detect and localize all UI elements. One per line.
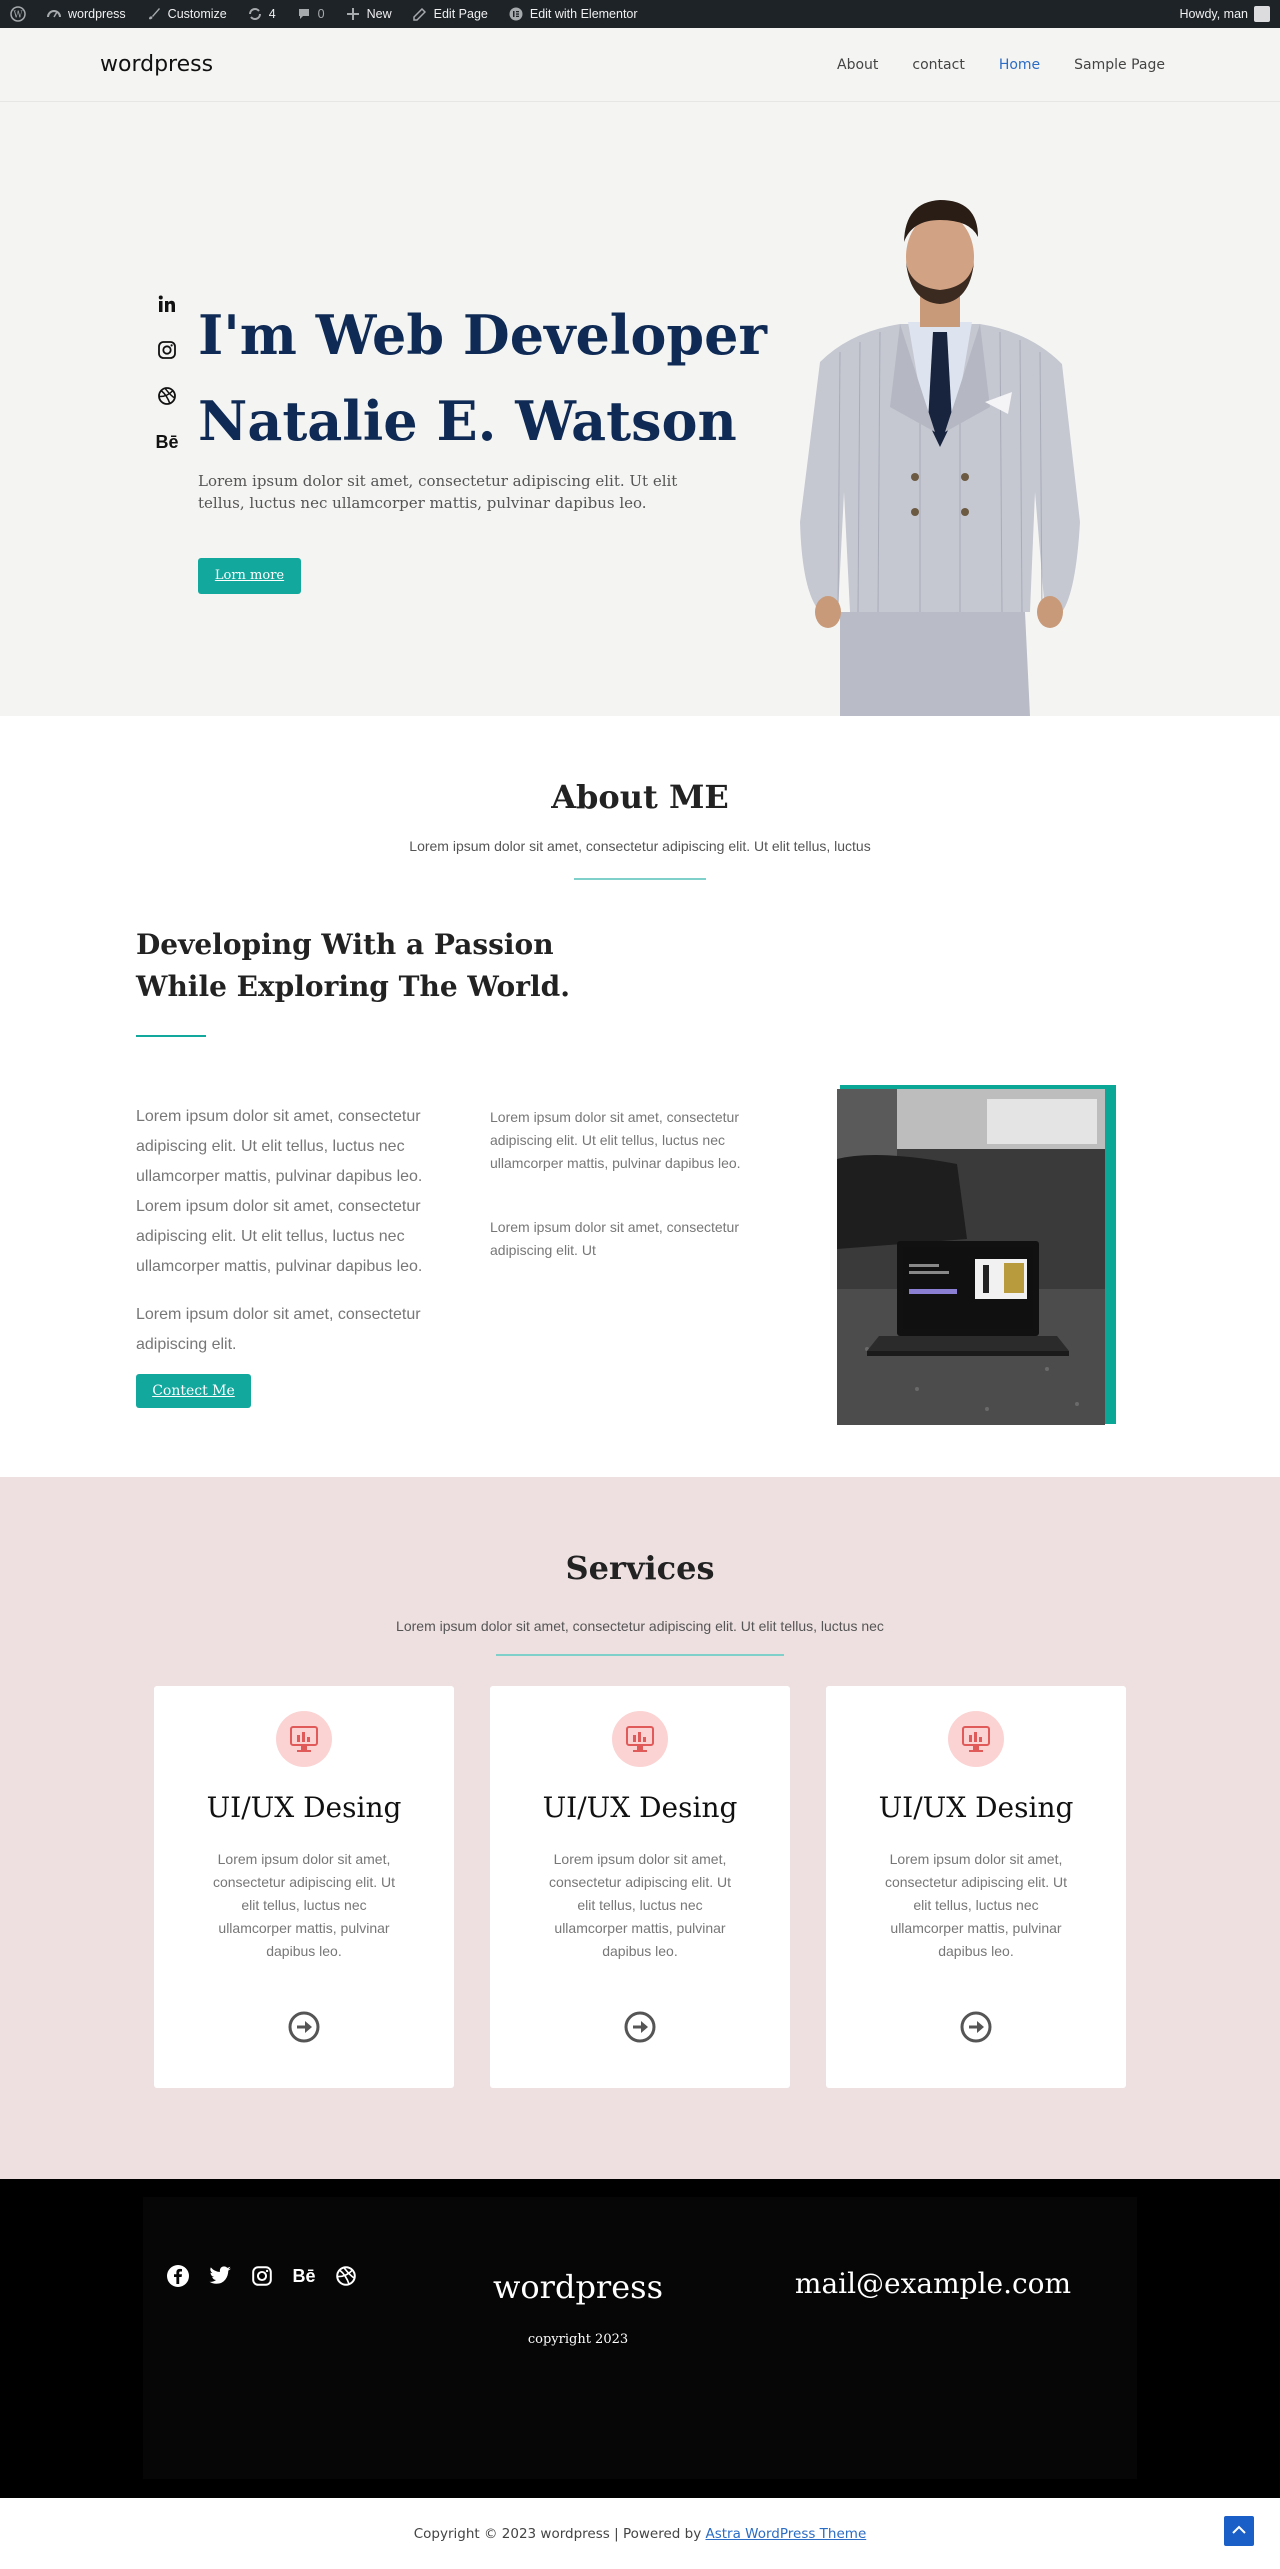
facebook-icon[interactable] <box>165 2263 191 2289</box>
astra-theme-link[interactable]: Astra WordPress Theme <box>705 2526 866 2542</box>
comment-icon <box>296 6 312 22</box>
about-heading-line1: Developing With a Passion <box>136 928 554 961</box>
chevron-up-icon <box>1232 2522 1246 2540</box>
about-column-text-2: Lorem ipsum dolor sit amet, consectetur … <box>490 1219 739 1258</box>
comments-link[interactable]: 0 <box>286 0 335 28</box>
my-account-menu[interactable]: Howdy, man <box>1179 6 1280 22</box>
services-title: Services <box>565 1549 715 1587</box>
linkedin-icon[interactable] <box>155 292 179 316</box>
new-label: New <box>366 7 392 21</box>
behance-icon[interactable]: Bē <box>291 2263 317 2289</box>
dribbble-icon[interactable] <box>155 384 179 408</box>
bottom-bar: Copyright © 2023 wordpress | Powered by … <box>0 2498 1280 2569</box>
hero-section: Bē I'm Web Developer Natalie E. Watson L… <box>0 102 1280 716</box>
comments-count: 0 <box>317 7 325 21</box>
edit-elementor-label: Edit with Elementor <box>529 7 638 21</box>
behance-icon[interactable]: Bē <box>155 430 179 454</box>
about-column-text-1: Lorem ipsum dolor sit amet, consectetur … <box>490 1109 741 1171</box>
footer-brand[interactable]: wordpress <box>443 2268 713 2306</box>
updates-link[interactable]: 4 <box>237 0 286 28</box>
edit-elementor-link[interactable]: Edit with Elementor <box>498 0 648 28</box>
scroll-to-top-button[interactable] <box>1224 2516 1254 2546</box>
services-subtitle: Lorem ipsum dolor sit amet, consectetur … <box>396 1618 884 1634</box>
hero-description: Lorem ipsum dolor sit amet, consectetur … <box>198 472 678 512</box>
new-content-link[interactable]: New <box>335 0 402 28</box>
service-card-title: UI/UX Desing <box>542 1791 738 1824</box>
nav-item-contact[interactable]: contact <box>912 57 964 73</box>
plus-icon <box>345 6 361 22</box>
instagram-icon[interactable] <box>155 338 179 362</box>
site-header: wordpress About contact Home Sample Page <box>0 28 1280 102</box>
site-copyright: Copyright © 2023 wordpress | Powered by … <box>0 2526 1280 2542</box>
arrow-circle-right-icon[interactable] <box>960 2011 992 2043</box>
contact-me-button[interactable]: Contect Me <box>136 1374 251 1408</box>
hero-title-line1: I'm Web Developer <box>198 303 767 367</box>
laptop-photo <box>837 1089 1105 1425</box>
service-card-description: Lorem ipsum dolor sit amet, consectetur … <box>884 1851 1068 1959</box>
avatar <box>1254 6 1270 22</box>
about-heading-line2: While Exploring The World. <box>136 970 570 1003</box>
customize-link[interactable]: Customize <box>136 0 237 28</box>
edit-page-link[interactable]: Edit Page <box>402 0 498 28</box>
monitor-chart-icon <box>276 1711 332 1767</box>
arrow-circle-right-icon[interactable] <box>624 2011 656 2043</box>
site-name-link[interactable]: wordpress <box>36 0 136 28</box>
site-copyright-text: Copyright © 2023 wordpress | Powered by <box>413 2526 706 2542</box>
monitor-chart-icon <box>612 1711 668 1767</box>
updates-count: 4 <box>268 7 276 21</box>
service-card-title: UI/UX Desing <box>878 1791 1074 1824</box>
main-navigation: About contact Home Sample Page <box>837 57 1165 73</box>
pencil-icon <box>412 6 428 22</box>
about-subtitle: Lorem ipsum dolor sit amet, consectetur … <box>409 838 871 854</box>
about-paragraph-1: Lorem ipsum dolor sit amet, consectetur … <box>136 1108 423 1275</box>
about-divider <box>574 878 706 880</box>
service-card-description: Lorem ipsum dolor sit amet, consectetur … <box>212 1851 396 1959</box>
hero-title-line2: Natalie E. Watson <box>198 389 737 453</box>
hero-title: I'm Web Developer Natalie E. Watson <box>198 292 767 464</box>
service-card: UI/UX Desing Lorem ipsum dolor sit amet,… <box>490 1686 790 2088</box>
edit-page-label: Edit Page <box>433 7 488 21</box>
svg-text:W: W <box>13 11 23 21</box>
updates-icon <box>247 6 263 22</box>
wordpress-icon: W <box>10 6 26 22</box>
about-title: About ME <box>551 778 729 816</box>
footer-social-links: Bē <box>165 2263 359 2289</box>
about-heading: Developing With a Passion While Explorin… <box>136 924 570 1008</box>
about-heading-divider <box>136 1035 206 1037</box>
nav-item-home[interactable]: Home <box>999 57 1040 73</box>
site-brand[interactable]: wordpress <box>100 52 213 77</box>
dribbble-icon[interactable] <box>333 2263 359 2289</box>
about-section: About ME Lorem ipsum dolor sit amet, con… <box>0 716 1280 1477</box>
footer-copyright: copyright 2023 <box>527 2332 629 2347</box>
service-card: UI/UX Desing Lorem ipsum dolor sit amet,… <box>154 1686 454 2088</box>
site-footer: Bē wordpress copyright 2023 mail@example… <box>0 2179 1280 2498</box>
about-paragraph-2: Lorem ipsum dolor sit amet, consectetur … <box>136 1306 421 1353</box>
services-divider <box>496 1654 784 1656</box>
service-card: UI/UX Desing Lorem ipsum dolor sit amet,… <box>826 1686 1126 2088</box>
developer-portrait <box>780 192 1100 716</box>
monitor-chart-icon <box>948 1711 1004 1767</box>
howdy-label: Howdy, man <box>1179 7 1248 21</box>
instagram-icon[interactable] <box>249 2263 275 2289</box>
footer-panel: Bē wordpress copyright 2023 mail@example… <box>143 2197 1137 2479</box>
brush-icon <box>146 6 162 22</box>
twitter-icon[interactable] <box>207 2263 233 2289</box>
elementor-icon <box>508 6 524 22</box>
service-card-description: Lorem ipsum dolor sit amet, consectetur … <box>548 1851 732 1959</box>
service-card-title: UI/UX Desing <box>206 1791 402 1824</box>
site-name: wordpress <box>68 7 126 21</box>
hero-social-links: Bē <box>155 292 179 454</box>
wordpress-logo-menu[interactable]: W <box>0 0 36 28</box>
footer-email[interactable]: mail@example.com <box>763 2267 1103 2300</box>
nav-item-sample-page[interactable]: Sample Page <box>1074 57 1165 73</box>
admin-bar: W wordpress Customize 4 0 New Edit Page … <box>0 0 1280 28</box>
customize-label: Customize <box>167 7 227 21</box>
dashboard-icon <box>46 6 62 22</box>
learn-more-button[interactable]: Lorn more <box>198 558 301 594</box>
arrow-circle-right-icon[interactable] <box>288 2011 320 2043</box>
services-section: Services Lorem ipsum dolor sit amet, con… <box>0 1477 1280 2179</box>
nav-item-about[interactable]: About <box>837 57 878 73</box>
